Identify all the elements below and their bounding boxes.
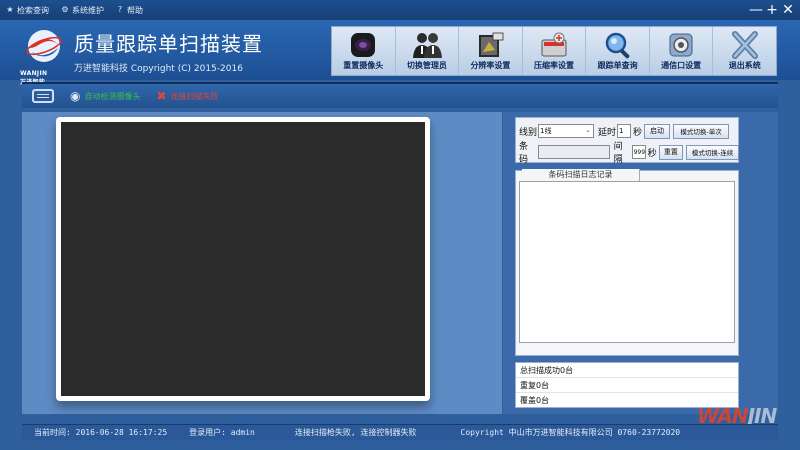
stat-repeat: 重复0台 [516, 378, 738, 393]
scan-controls: 线别 1线 ⌄ 延时 1 秒 启动 模式切换-单次 条码 间隔 999 秒 重置… [515, 117, 739, 165]
camera-panel [22, 112, 502, 414]
delay-unit: 秒 [633, 127, 643, 138]
chevron-down-icon: ⌄ [585, 126, 592, 134]
mode-continuous-button[interactable]: 模式切换-连续 [686, 144, 739, 160]
line-label: 线别 [519, 127, 538, 138]
menu-label: 系统维护 [72, 5, 104, 15]
resolution-icon [479, 32, 504, 57]
gear-icon: ⚙ [61, 5, 69, 14]
menu-item-help[interactable]: ? 帮助 [116, 5, 143, 16]
start-button[interactable]: 启动 [644, 123, 671, 139]
menu-bar: ★ 检索查询 ⚙ 系统维护 ? 帮助 — + ✕ [0, 0, 800, 20]
compression-icon [541, 32, 567, 57]
reset-button[interactable]: 重置 [658, 144, 684, 160]
app-title: 质量跟踪单扫描装置 [74, 32, 263, 56]
login-user: 登录用户: admin [189, 428, 255, 437]
wanjin-logo-icon [26, 30, 62, 62]
app-subtitle: 万进智能科技 Copyright (C) 2015-2016 [74, 64, 243, 74]
error-icon: ✖ [156, 89, 167, 103]
exit-system-button[interactable]: 退出系统 [713, 27, 776, 75]
connection-message: 连接扫描枪失败, 连接控制器失败 [294, 428, 417, 437]
log-title: 条码扫描日志记录 [522, 169, 640, 181]
scan-log-textarea[interactable] [519, 181, 735, 343]
switch-admin-button[interactable]: 切换管理员 [396, 27, 460, 75]
status-subbar: ◉ 自动检测摄像头 ✖ 连接扫描失败 [22, 82, 778, 108]
barcode-input[interactable] [537, 145, 610, 159]
camera-status: ◉ 自动检测摄像头 [70, 89, 140, 103]
settings-icon [669, 33, 693, 57]
status-bar: 当前时间: 2016-06-28 16:17:25 登录用户: admin 连接… [22, 424, 778, 440]
minimize-button[interactable]: — [748, 0, 764, 20]
line-select[interactable]: 1线 ⌄ [538, 124, 595, 138]
interval-label: 间隔 [613, 142, 623, 165]
mode-single-button[interactable]: 模式切换-单次 [673, 123, 730, 139]
stat-total: 总扫描成功0台 [516, 363, 738, 378]
port-settings-button[interactable]: 通信口设置 [650, 27, 714, 75]
interval-input[interactable]: 999 [631, 145, 646, 159]
window-controls: — + ✕ [748, 0, 796, 20]
interval-unit: 秒 [647, 148, 657, 159]
compression-settings-button[interactable]: 压缩率设置 [523, 27, 587, 75]
reset-camera-button[interactable]: 重置摄像头 [332, 27, 396, 75]
search-icon [605, 32, 630, 59]
right-panel: 线别 1线 ⌄ 延时 1 秒 启动 模式切换-单次 条码 间隔 999 秒 重置… [503, 112, 778, 414]
menu-item-search[interactable]: ★ 检索查询 [6, 5, 49, 16]
close-button[interactable]: ✕ [780, 0, 796, 20]
menu-label: 检索查询 [17, 5, 49, 15]
maximize-button[interactable]: + [764, 0, 780, 20]
barcode-label: 条码 [519, 142, 529, 165]
resolution-settings-button[interactable]: 分辨率设置 [459, 27, 523, 75]
header: WANJIN万进智能 质量跟踪单扫描装置 万进智能科技 Copyright (C… [0, 20, 800, 86]
tracking-query-button[interactable]: 跟踪单查询 [586, 27, 650, 75]
main-toolbar: 重置摄像头 切换管理员 分辨率设置 压缩率设置 跟踪单查询 通信口设置 退出系统 [331, 26, 777, 76]
camera-status-icon: ◉ [70, 89, 81, 103]
menu-item-maintenance[interactable]: ⚙ 系统维护 [61, 5, 104, 16]
delay-input[interactable]: 1 [617, 124, 632, 138]
delay-label: 延时 [598, 127, 617, 138]
scanner-status-text: 连接扫描失败 [170, 91, 219, 101]
star-icon: ★ [6, 5, 14, 14]
camera-icon [351, 33, 376, 57]
message-icon[interactable] [32, 89, 54, 103]
scanner-status: ✖ 连接扫描失败 [156, 89, 218, 103]
exit-icon [731, 31, 758, 59]
scan-log-panel: 条码扫描日志记录 [515, 169, 739, 356]
scan-stats: 总扫描成功0台 重复0台 覆盖0台 [515, 362, 739, 408]
copyright: Copyright 中山市万进智能科技有限公司 0760-23772020 [460, 428, 681, 437]
help-icon: ? [117, 5, 123, 14]
camera-preview [61, 122, 425, 396]
users-icon [412, 33, 442, 58]
camera-status-text: 自动检测摄像头 [84, 91, 141, 101]
menu-label: 帮助 [127, 5, 143, 15]
current-time: 当前时间: 2016-06-28 16:17:25 [34, 428, 168, 437]
camera-frame [56, 117, 430, 401]
